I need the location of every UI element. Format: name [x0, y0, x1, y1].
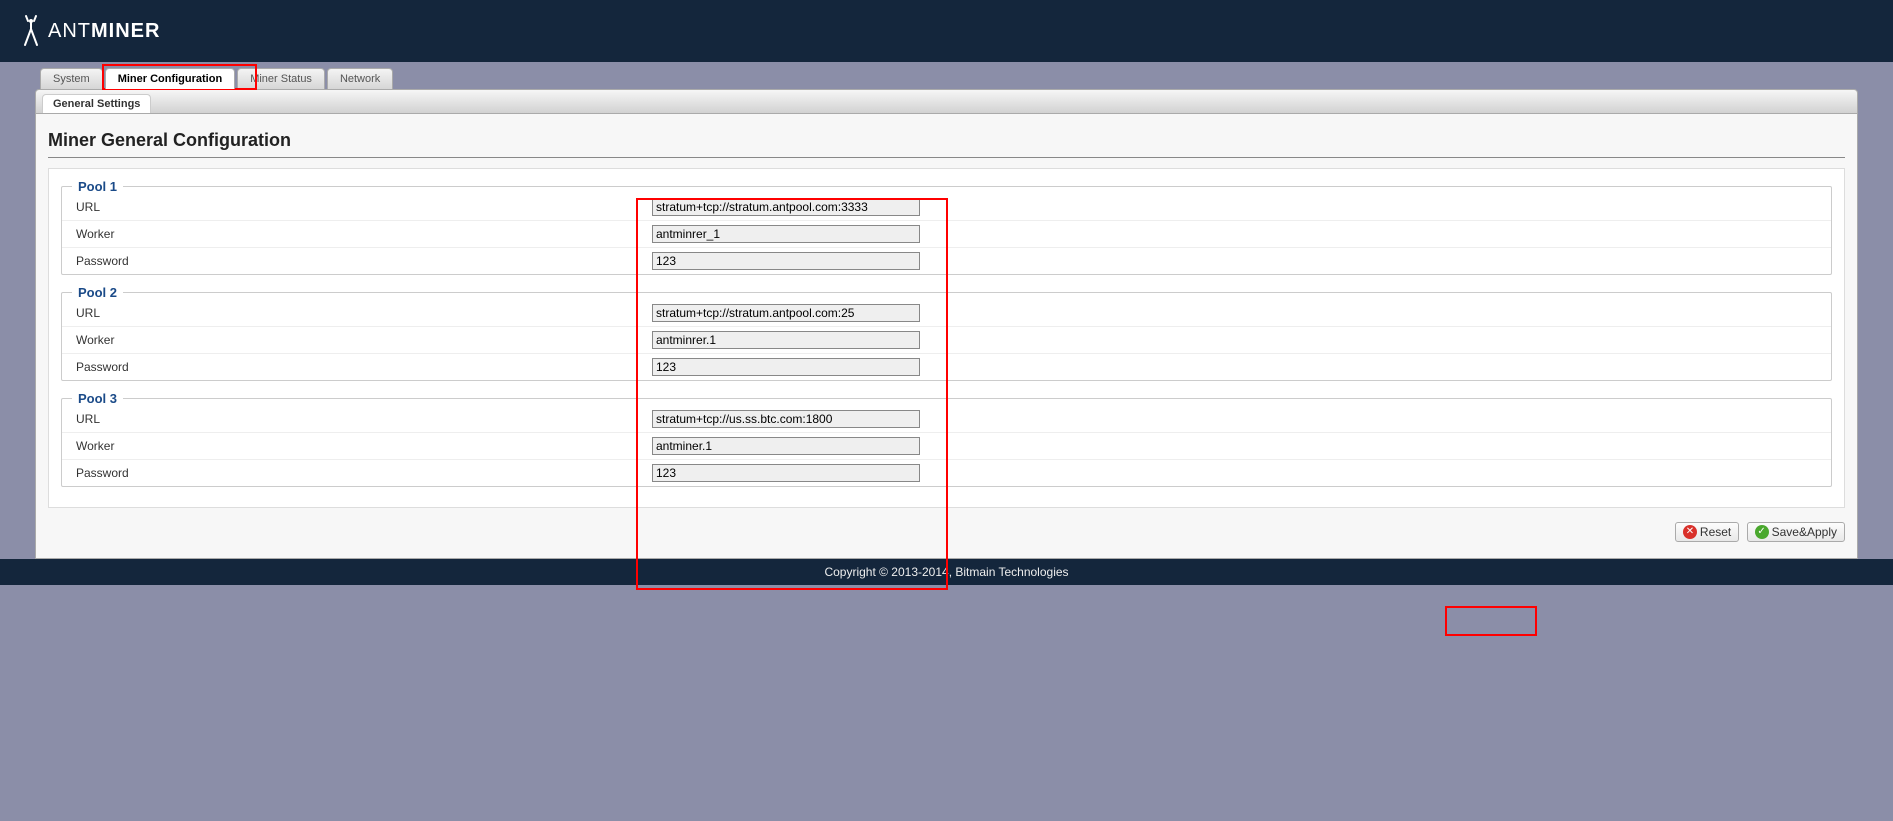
subtab-general-settings[interactable]: General Settings — [42, 94, 151, 113]
pool-3-password-label: Password — [62, 466, 652, 480]
main-area: System Miner Configuration Miner Status … — [0, 68, 1893, 559]
pool-2-fieldset: Pool 2 URL Worker Password — [61, 285, 1832, 381]
save-apply-button-label: Save&Apply — [1772, 525, 1837, 539]
pool-3-url-input[interactable] — [652, 410, 920, 428]
pool-3-fieldset: Pool 3 URL Worker Password — [61, 391, 1832, 487]
sub-tabs: General Settings — [35, 89, 1858, 114]
pool-1-url-input[interactable] — [652, 198, 920, 216]
form-box: Pool 1 URL Worker Password Poo — [48, 168, 1845, 508]
pool-3-worker-label: Worker — [62, 439, 652, 453]
pool-1-legend: Pool 1 — [72, 179, 123, 194]
pool-1-fieldset: Pool 1 URL Worker Password — [61, 179, 1832, 275]
pool-2-legend: Pool 2 — [72, 285, 123, 300]
pool-2-worker-input[interactable] — [652, 331, 920, 349]
antminer-logo-icon — [20, 15, 42, 47]
pool-2-url-row: URL — [62, 300, 1831, 326]
brand-prefix: ANT — [48, 20, 91, 43]
pool-2-password-label: Password — [62, 360, 652, 374]
pool-2-url-input[interactable] — [652, 304, 920, 322]
cancel-icon: ✕ — [1683, 525, 1697, 539]
pool-2-worker-label: Worker — [62, 333, 652, 347]
pool-1-worker-label: Worker — [62, 227, 652, 241]
page-root: ANTMINER System Miner Configuration Mine… — [0, 0, 1893, 585]
pool-3-worker-row: Worker — [62, 432, 1831, 459]
pool-1-worker-input[interactable] — [652, 225, 920, 243]
brand-suffix: MINER — [91, 20, 160, 43]
brand-logo: ANTMINER — [20, 15, 160, 47]
pool-2-password-row: Password — [62, 353, 1831, 380]
title-divider — [48, 157, 1845, 158]
pool-3-password-input[interactable] — [652, 464, 920, 482]
pool-2-worker-row: Worker — [62, 326, 1831, 353]
pool-2-password-input[interactable] — [652, 358, 920, 376]
pool-1-url-label: URL — [62, 200, 652, 214]
tab-miner-configuration[interactable]: Miner Configuration — [105, 68, 236, 89]
pool-3-worker-input[interactable] — [652, 437, 920, 455]
pool-1-password-label: Password — [62, 254, 652, 268]
app-header: ANTMINER — [0, 0, 1893, 62]
pool-3-url-row: URL — [62, 406, 1831, 432]
highlight-save-box — [1445, 606, 1537, 636]
tab-network[interactable]: Network — [327, 68, 393, 89]
button-bar: ✕ Reset ✓ Save&Apply — [48, 522, 1845, 542]
pool-1-url-row: URL — [62, 194, 1831, 220]
pool-3-legend: Pool 3 — [72, 391, 123, 406]
pool-2-url-label: URL — [62, 306, 652, 320]
save-apply-button[interactable]: ✓ Save&Apply — [1747, 522, 1845, 542]
pool-1-password-row: Password — [62, 247, 1831, 274]
main-tabs: System Miner Configuration Miner Status … — [40, 68, 1893, 89]
pool-3-url-label: URL — [62, 412, 652, 426]
check-icon: ✓ — [1755, 525, 1769, 539]
reset-button-label: Reset — [1700, 525, 1731, 539]
reset-button[interactable]: ✕ Reset — [1675, 522, 1739, 542]
tab-system[interactable]: System — [40, 68, 103, 89]
pool-3-password-row: Password — [62, 459, 1831, 486]
footer: Copyright © 2013-2014, Bitmain Technolog… — [0, 559, 1893, 585]
pool-1-password-input[interactable] — [652, 252, 920, 270]
tab-miner-status[interactable]: Miner Status — [237, 68, 325, 89]
footer-text: Copyright © 2013-2014, Bitmain Technolog… — [824, 565, 1068, 579]
content-panel: Miner General Configuration Pool 1 URL W… — [35, 114, 1858, 559]
page-title: Miner General Configuration — [48, 130, 1845, 151]
pool-1-worker-row: Worker — [62, 220, 1831, 247]
